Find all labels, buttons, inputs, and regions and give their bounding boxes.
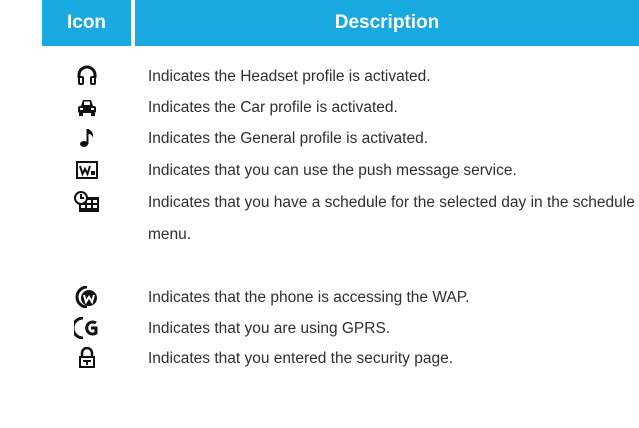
- description-text: Indicates that you are using GPRS.: [148, 320, 391, 337]
- description-column-header: Description: [135, 0, 639, 46]
- car-icon: [42, 92, 131, 122]
- description-text: Indicates the Headset profile is activat…: [148, 68, 431, 85]
- description-text: Indicates the Car profile is activated.: [148, 99, 398, 116]
- description-text: Indicates the General profile is activat…: [148, 130, 429, 147]
- schedule-icon: [42, 187, 131, 217]
- icon-column-header: Icon: [42, 0, 131, 46]
- description-text: Indicates that the phone is accessing th…: [148, 289, 470, 306]
- description-text: Indicates that you can use the push mess…: [148, 162, 517, 179]
- headset-icon: [42, 61, 131, 91]
- music-note-icon: [42, 123, 131, 153]
- table-header: Icon Description: [0, 0, 639, 46]
- description-text: Indicates that you entered the security …: [148, 350, 454, 367]
- wap-icon: [42, 282, 131, 312]
- security-lock-icon: [42, 343, 131, 373]
- push-message-icon: [42, 155, 131, 185]
- gprs-icon: [42, 313, 131, 343]
- description-text: Indicates that you have a schedule for t…: [148, 194, 635, 243]
